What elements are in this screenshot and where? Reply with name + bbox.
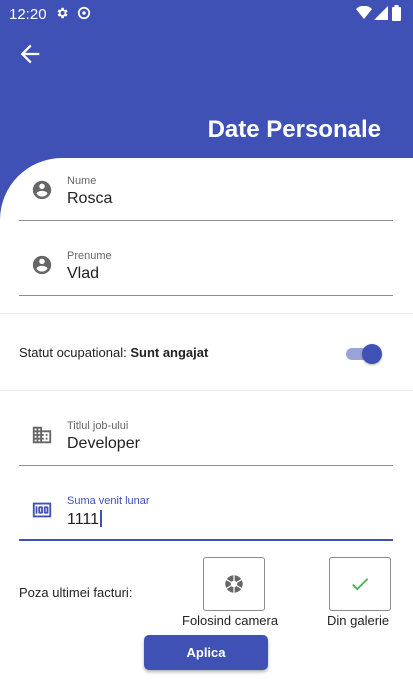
last-name-label: Nume	[67, 175, 97, 187]
job-title-value: Developer	[67, 435, 140, 452]
battery-icon	[392, 5, 401, 26]
account-circle-icon	[32, 180, 52, 200]
aperture-icon	[225, 575, 243, 593]
building-icon	[32, 426, 52, 444]
income-field[interactable]: Suma venit lunar 1111	[19, 477, 393, 541]
wifi-icon	[356, 5, 372, 25]
money-icon	[32, 502, 52, 518]
occupation-text: Statut ocupational: Sunt angajat	[19, 345, 208, 360]
arrow-left-icon	[20, 44, 40, 64]
income-label: Suma venit lunar	[67, 495, 150, 507]
switch-thumb	[362, 344, 382, 364]
camera-caption: Folosind camera	[182, 613, 279, 628]
job-title-field[interactable]: Titlul job-ului Developer	[19, 402, 393, 466]
apply-button[interactable]: Aplica	[144, 635, 268, 670]
account-circle-icon	[32, 255, 52, 275]
occupation-value: Sunt angajat	[130, 345, 209, 360]
back-button[interactable]	[16, 40, 44, 68]
job-title-label: Titlul job-ului	[67, 420, 129, 432]
at-icon	[77, 6, 91, 25]
occupation-label: Statut ocupational:	[19, 345, 127, 360]
gallery-caption: Din galerie	[327, 613, 390, 628]
page-title: Date Personale	[207, 116, 381, 143]
first-name-field[interactable]: Prenume Vlad	[19, 232, 393, 296]
last-name-value: Rosca	[67, 190, 113, 207]
occupation-row: Statut ocupational: Sunt angajat	[0, 313, 413, 391]
last-name-field[interactable]: Nume Rosca	[19, 157, 393, 221]
check-icon	[352, 578, 369, 591]
income-value: 1111	[67, 511, 100, 528]
invoice-photo-label: Poza ultimei facturi:	[19, 585, 133, 600]
gear-icon	[55, 6, 69, 25]
signal-icon	[374, 6, 388, 25]
status-bar: 12:20	[0, 0, 413, 30]
camera-button[interactable]	[203, 557, 265, 611]
first-name-label: Prenume	[67, 250, 112, 262]
text-cursor	[100, 510, 103, 527]
status-time: 12:20	[9, 6, 47, 23]
occupation-switch[interactable]	[346, 343, 384, 365]
first-name-value: Vlad	[67, 265, 100, 282]
gallery-button[interactable]	[329, 557, 391, 611]
income-value-wrap: 1111	[67, 510, 103, 529]
